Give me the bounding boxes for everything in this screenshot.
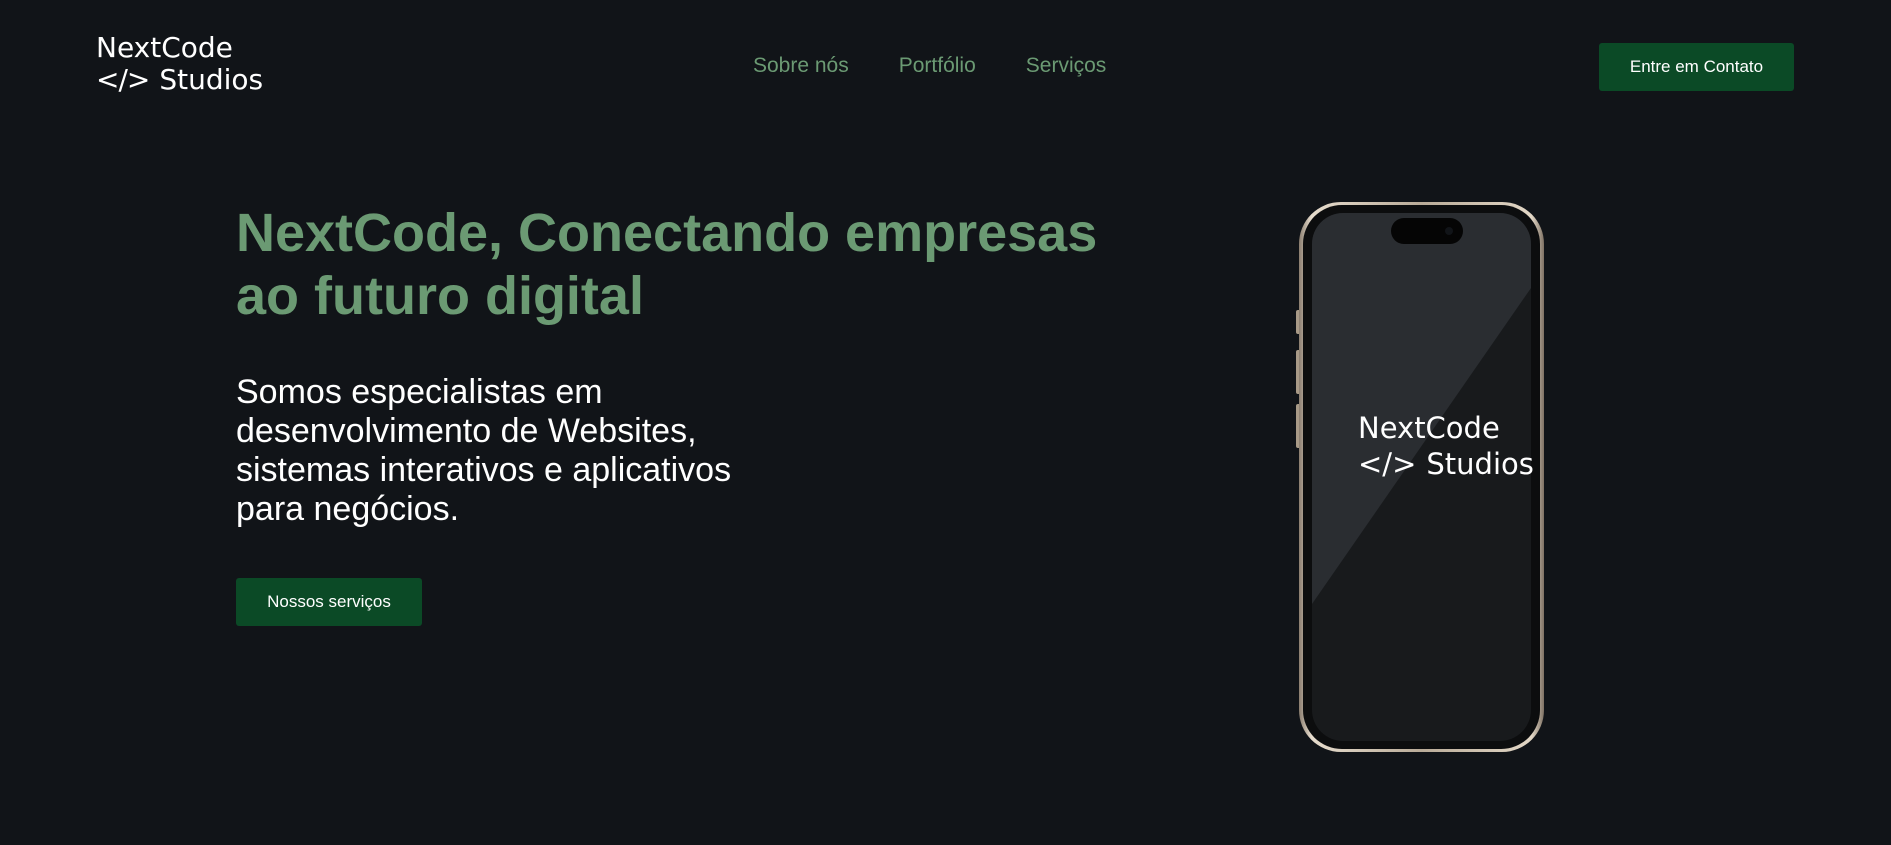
brand-logo[interactable]: NextCode </> Studios [96,32,263,96]
phone-screen-logo: NextCode </> Studios [1358,410,1534,482]
phone-logo-studios-text: Studios [1426,447,1534,481]
phone-logo-line-1: NextCode [1358,411,1500,445]
nav-link-portfolio[interactable]: Portfólio [899,54,976,78]
hero-description: Somos especialistas em desenvolvimento d… [236,373,732,528]
logo-studios-text: Studios [159,63,264,96]
logo-line-1: NextCode [96,31,233,64]
logo-line-2: </> Studios [96,64,263,96]
main-nav: Sobre nós Portfólio Serviços [753,54,1106,78]
hero-title: NextCode, Conectando empresas ao futuro … [236,203,1098,326]
contact-button[interactable]: Entre em Contato [1599,43,1794,91]
code-brackets-icon: </> [96,63,150,96]
services-button[interactable]: Nossos serviços [236,578,422,626]
code-brackets-icon: </> [1358,447,1417,481]
nav-link-servicos[interactable]: Serviços [1026,54,1107,78]
landing-page: NextCode </> Studios Sobre nós Portfólio … [0,0,1891,845]
phone-logo-line-2: </> Studios [1358,446,1534,482]
nav-link-sobre-nos[interactable]: Sobre nós [753,54,849,78]
